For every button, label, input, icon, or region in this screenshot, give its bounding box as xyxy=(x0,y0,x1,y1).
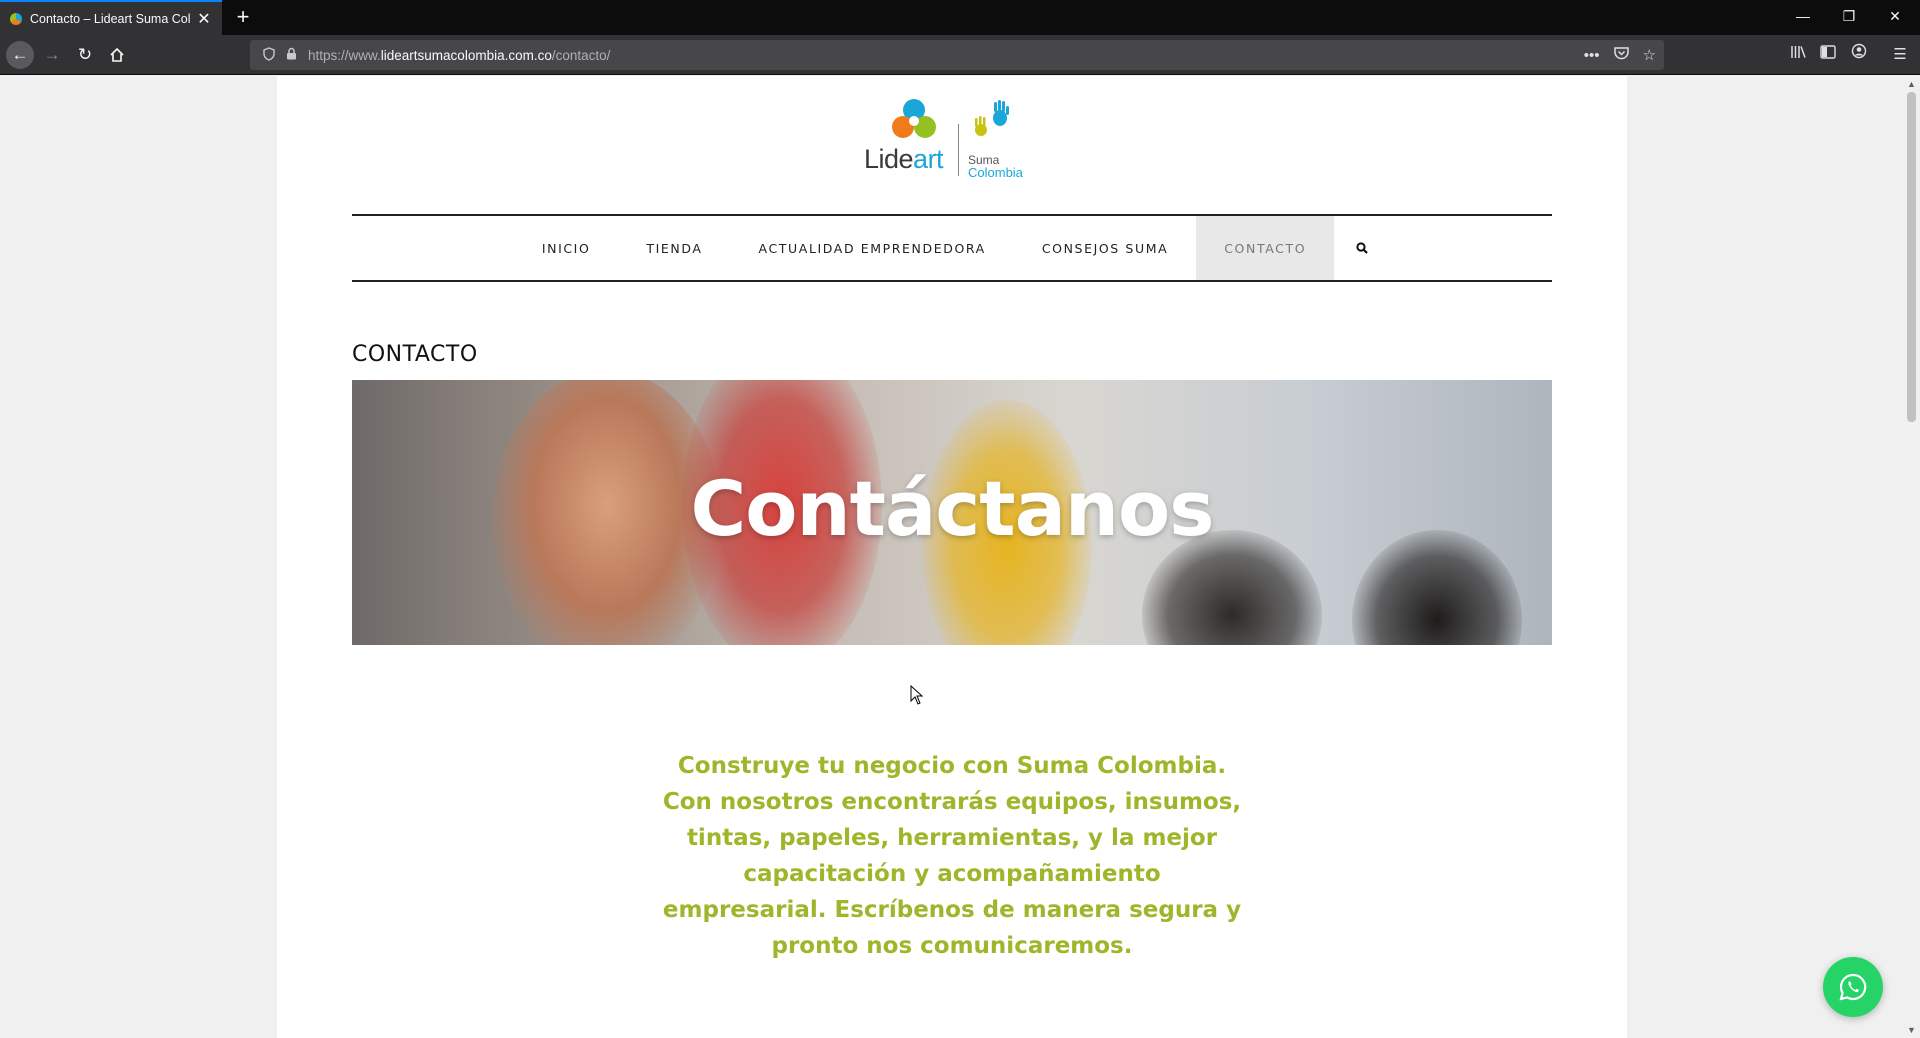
page-title: CONTACTO xyxy=(352,342,478,367)
back-icon[interactable]: ← xyxy=(6,41,34,69)
tab-title: Contacto – Lideart Suma Colombia xyxy=(30,11,190,26)
close-tab-icon[interactable]: ✕ xyxy=(196,9,212,29)
restore-icon[interactable]: ❐ xyxy=(1826,0,1872,35)
page-viewport: Lideart Suma Colombia INICIO TIENDA ACTU… xyxy=(0,76,1903,1038)
menu-item-contacto[interactable]: CONTACTO xyxy=(1196,216,1335,280)
reload-icon[interactable]: ↻ xyxy=(71,41,99,69)
menu-item-consejos-suma[interactable]: CONSEJOS SUMA xyxy=(1014,216,1196,280)
new-tab-button[interactable]: + xyxy=(230,4,256,30)
intro-text: Construye tu negocio con Suma Colombia. … xyxy=(662,753,1242,959)
forward-icon[interactable]: → xyxy=(38,41,66,69)
menu-icon[interactable]: ☰ xyxy=(1886,41,1914,69)
more-icon[interactable]: ••• xyxy=(1584,47,1600,64)
home-icon[interactable] xyxy=(103,41,131,69)
hero-title: Contáctanos xyxy=(690,464,1215,553)
logo-colombia-text: Colombia xyxy=(968,165,1023,180)
search-icon[interactable] xyxy=(1334,216,1390,280)
whatsapp-icon xyxy=(1839,973,1867,1001)
menu-item-tienda[interactable]: TIENDA xyxy=(618,216,730,280)
hands-icon xyxy=(975,100,1009,136)
menu-bottom-divider xyxy=(352,280,1552,282)
account-icon[interactable] xyxy=(1845,41,1873,69)
star-icon[interactable]: ☆ xyxy=(1643,46,1656,64)
tab-strip: Contacto – Lideart Suma Colombia ✕ + — ❐… xyxy=(0,0,1920,35)
tab-active[interactable]: Contacto – Lideart Suma Colombia ✕ xyxy=(0,0,222,35)
window-close-icon[interactable]: ✕ xyxy=(1872,0,1918,35)
hero-banner: Contáctanos xyxy=(352,380,1552,645)
menu-item-actualidad-emprendedora[interactable]: ACTUALIDAD EMPRENDEDORA xyxy=(731,216,1014,280)
url-bar[interactable]: https://www.lideartsumacolombia.com.co/c… xyxy=(250,40,1664,70)
site-logo[interactable]: Lideart Suma Colombia xyxy=(864,98,1044,180)
scroll-up-icon[interactable]: ▲ xyxy=(1903,76,1920,92)
logo-divider xyxy=(958,124,959,176)
lock-icon[interactable] xyxy=(280,47,302,63)
scroll-down-icon[interactable]: ▼ xyxy=(1903,1022,1920,1038)
page-scrollbar[interactable]: ▲ ▼ xyxy=(1903,76,1920,1038)
site-favicon-icon xyxy=(10,12,22,25)
pocket-icon[interactable] xyxy=(1613,46,1629,64)
sidebar-icon[interactable] xyxy=(1814,41,1842,69)
logo-wordmark: Lideart xyxy=(864,144,944,174)
mouse-cursor-icon xyxy=(910,685,924,705)
lideart-logo-icon xyxy=(892,99,936,138)
scrollbar-thumb[interactable] xyxy=(1907,92,1916,422)
navigation-toolbar: ← → ↻ https://www.lideartsumacolombia.co… xyxy=(0,35,1920,75)
main-menu: INICIO TIENDA ACTUALIDAD EMPRENDEDORA CO… xyxy=(352,216,1552,280)
minimize-icon[interactable]: — xyxy=(1780,0,1826,35)
whatsapp-button[interactable] xyxy=(1823,957,1883,1017)
library-icon[interactable] xyxy=(1784,41,1812,69)
menu-item-inicio[interactable]: INICIO xyxy=(514,216,619,280)
page-content: Lideart Suma Colombia INICIO TIENDA ACTU… xyxy=(277,76,1627,1038)
shield-icon[interactable] xyxy=(258,46,280,64)
url-text[interactable]: https://www.lideartsumacolombia.com.co/c… xyxy=(308,48,610,63)
